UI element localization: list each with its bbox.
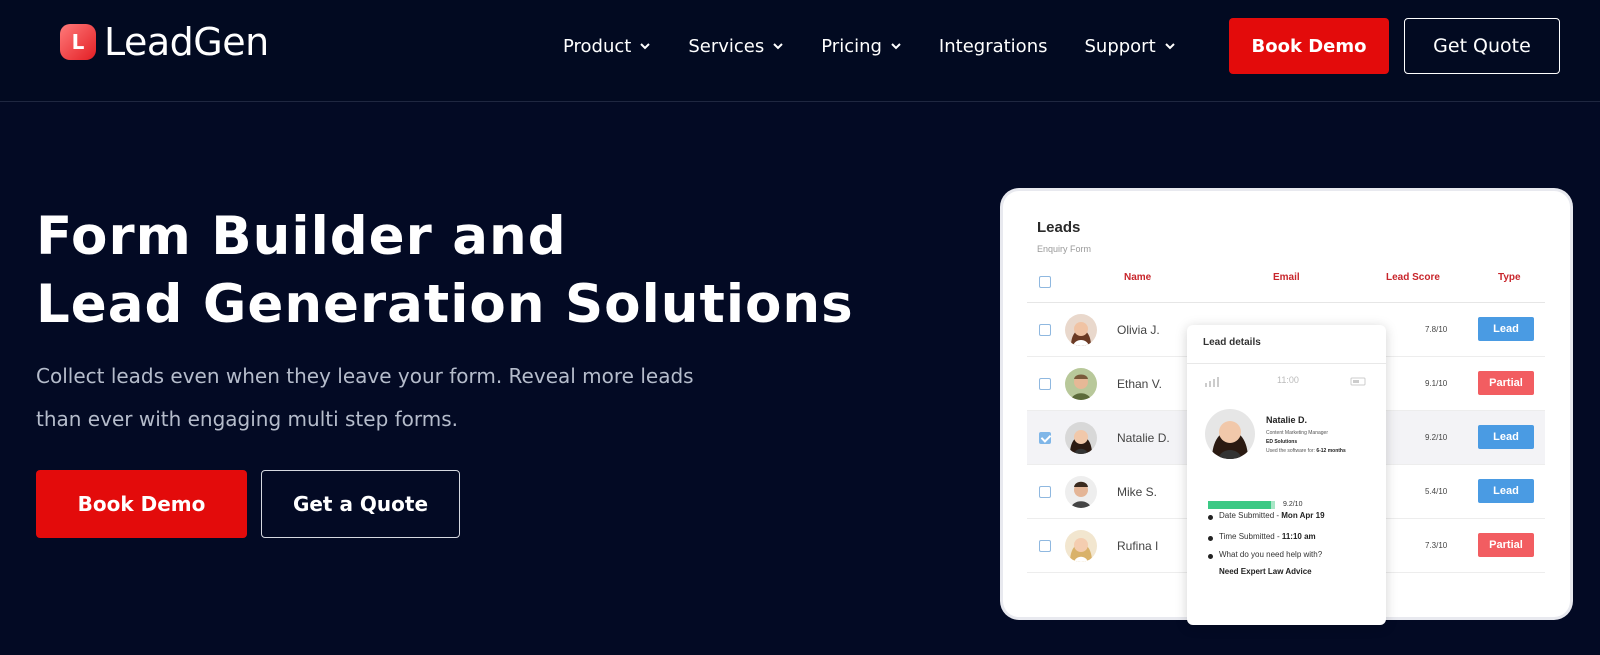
book-demo-nav-button[interactable]: Book Demo [1229, 18, 1389, 74]
avatar [1065, 314, 1097, 346]
popup-title: Lead details [1203, 337, 1261, 348]
lead-score: 9.1/10 [1425, 379, 1448, 388]
score-progress-track [1271, 501, 1275, 509]
type-badge: Partial [1478, 533, 1534, 557]
help-answer: Need Expert Law Advice [1219, 567, 1312, 576]
nav-item-pricing[interactable]: Pricing [821, 36, 902, 57]
lead-score: 7.3/10 [1425, 541, 1448, 550]
chevron-down-icon [1164, 40, 1176, 52]
logo-icon: L [60, 24, 96, 60]
date-submitted: Date Submitted - Mon Apr 19 [1219, 511, 1325, 520]
nav-item-label: Services [688, 35, 765, 57]
top-navbar: L LeadGen Product Services Pricing Integ… [0, 0, 1600, 102]
column-header-email: Email [1273, 272, 1300, 283]
row-checkbox[interactable] [1039, 378, 1051, 390]
lead-name: Rufina I [1117, 539, 1159, 553]
popup-divider [1187, 363, 1386, 364]
row-checkbox[interactable] [1039, 432, 1051, 444]
lead-name: Mike S. [1117, 485, 1158, 499]
score-label: 9.2/10 [1283, 501, 1303, 508]
lead-detail-company: ED Solutions [1266, 439, 1298, 445]
time-submitted: Time Submitted - 11:10 am [1219, 532, 1316, 541]
nav-item-integrations[interactable]: Integrations [939, 36, 1048, 57]
lead-detail-usage: Used the software for: 6-12 months [1266, 448, 1346, 454]
lead-score: 5.4/10 [1425, 487, 1448, 496]
hero-title-line: Form Builder and [36, 206, 567, 267]
nav-item-label: Support [1084, 35, 1156, 57]
hero-subtitle: Collect leads even when they leave your … [36, 355, 756, 441]
hero-title-line: Lead Generation Solutions [36, 274, 854, 335]
nav-item-support[interactable]: Support [1084, 36, 1175, 57]
card-title: Leads [1037, 219, 1081, 236]
get-quote-hero-button[interactable]: Get a Quote [261, 470, 460, 538]
logo[interactable]: L LeadGen [60, 20, 269, 64]
avatar [1065, 476, 1097, 508]
score-progress-fill [1208, 501, 1271, 509]
nav-item-label: Integrations [938, 35, 1048, 57]
status-time: 11:00 [1277, 375, 1299, 385]
avatar [1065, 422, 1097, 454]
nav-menu: Product Services Pricing Integrations Su… [563, 0, 1213, 92]
card-subtitle: Enquiry Form [1037, 244, 1092, 254]
chevron-down-icon [772, 40, 784, 52]
row-checkbox[interactable] [1039, 486, 1051, 498]
bullet-icon [1208, 554, 1213, 559]
type-badge: Lead [1478, 425, 1534, 449]
nav-item-label: Pricing [821, 35, 882, 57]
row-checkbox[interactable] [1039, 540, 1051, 552]
lead-score: 9.2/10 [1425, 433, 1448, 442]
column-header-lead-score: Lead Score [1386, 272, 1440, 283]
lead-detail-name: Natalie D. [1266, 415, 1308, 425]
nav-item-label: Product [563, 35, 632, 57]
get-quote-nav-button[interactable]: Get Quote [1404, 18, 1560, 74]
lead-score: 7.8/10 [1425, 325, 1448, 334]
hero-subtitle-line: than ever with engaging multi step forms… [36, 407, 459, 431]
select-all-checkbox[interactable] [1039, 276, 1051, 288]
help-question: What do you need help with? [1219, 550, 1323, 559]
lead-name: Ethan V. [1117, 377, 1162, 391]
column-header-type: Type [1498, 272, 1521, 283]
avatar [1065, 368, 1097, 400]
chevron-down-icon [890, 40, 902, 52]
avatar [1065, 530, 1097, 562]
nav-item-services[interactable]: Services [688, 36, 784, 57]
lead-details-popup: Lead details 11:00 Natalie D. Content Ma… [1187, 325, 1386, 625]
hero-title: Form Builder and Lead Generation Solutio… [36, 203, 854, 339]
column-header-name: Name [1124, 272, 1152, 283]
lead-name: Olivia J. [1117, 323, 1160, 337]
row-checkbox[interactable] [1039, 324, 1051, 336]
nav-item-product[interactable]: Product [563, 36, 651, 57]
type-badge: Partial [1478, 371, 1534, 395]
book-demo-hero-button[interactable]: Book Demo [36, 470, 247, 538]
brand-name: LeadGen [104, 20, 269, 64]
lead-detail-role: Content Marketing Manager [1266, 430, 1328, 436]
avatar [1205, 409, 1255, 459]
type-badge: Lead [1478, 317, 1534, 341]
chevron-down-icon [639, 40, 651, 52]
type-badge: Lead [1478, 479, 1534, 503]
bullet-icon [1208, 536, 1213, 541]
hero-subtitle-line: Collect leads even when they leave your … [36, 364, 694, 388]
lead-name: Natalie D. [1117, 431, 1170, 445]
bullet-icon [1208, 515, 1213, 520]
